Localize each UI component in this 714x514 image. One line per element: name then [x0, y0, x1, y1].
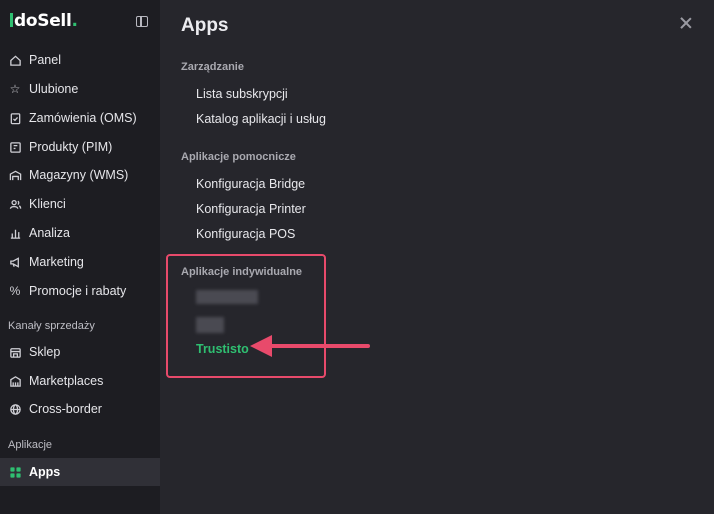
sidebar-item-label: Produkty (PIM) — [29, 140, 113, 154]
sidebar-item-label: Sklep — [29, 345, 61, 359]
sidebar-item-marketplaces[interactable]: Marketplaces — [0, 367, 160, 395]
users-icon — [8, 197, 22, 211]
link-konfiguracja-printer[interactable]: Konfiguracja Printer — [196, 202, 306, 216]
bar-chart-icon — [8, 226, 22, 240]
sidebar-item-label: Klienci — [29, 197, 66, 211]
sidebar-item-ulubione[interactable]: ☆ Ulubione — [0, 75, 160, 103]
link-trustisto[interactable]: Trustisto — [196, 342, 249, 356]
shop-icon — [8, 345, 22, 359]
sidebar-item-label: Ulubione — [29, 82, 79, 96]
close-icon[interactable] — [680, 17, 692, 29]
sidebar-collapse-icon[interactable] — [136, 16, 148, 27]
link-lista-subskrypcji[interactable]: Lista subskrypcji — [196, 87, 288, 101]
link-katalog-aplikacji[interactable]: Katalog aplikacji i usług — [196, 112, 326, 126]
link-konfiguracja-bridge[interactable]: Konfiguracja Bridge — [196, 177, 305, 191]
sidebar-item-label: Magazyny (WMS) — [29, 168, 129, 182]
sidebar-item-label: Marketplaces — [29, 374, 104, 388]
megaphone-icon — [8, 255, 22, 269]
sidebar-item-sklep[interactable]: Sklep — [0, 338, 160, 366]
sidebar: doSell. Panel ☆ Ulubione Zamówienia (OMS… — [0, 0, 160, 514]
sidebar-item-analiza[interactable]: Analiza — [0, 219, 160, 247]
apps-grid-icon — [8, 465, 22, 479]
redacted-app-name[interactable] — [196, 317, 224, 333]
globe-icon — [8, 402, 22, 416]
redacted-app-name[interactable] — [196, 290, 258, 304]
sidebar-item-promocje[interactable]: % Promocje i rabaty — [0, 277, 160, 305]
sidebar-item-panel[interactable]: Panel — [0, 46, 160, 74]
idosell-logo[interactable]: doSell. — [10, 11, 78, 31]
sidebar-item-apps[interactable]: Apps — [0, 458, 160, 486]
product-box-icon — [8, 140, 22, 154]
section-title-sales-channels: Kanały sprzedaży — [8, 320, 95, 332]
sidebar-item-zamowienia[interactable]: Zamówienia (OMS) — [0, 104, 160, 132]
sidebar-item-marketing[interactable]: Marketing — [0, 248, 160, 276]
link-konfiguracja-pos[interactable]: Konfiguracja POS — [196, 227, 295, 241]
clipboard-check-icon — [8, 111, 22, 125]
percent-icon: % — [9, 284, 21, 298]
home-icon — [8, 53, 22, 67]
marketplace-icon — [8, 374, 22, 388]
warehouse-icon — [8, 168, 22, 182]
sidebar-item-produkty[interactable]: Produkty (PIM) — [0, 133, 160, 161]
section-title-applications: Aplikacje — [8, 439, 53, 451]
sidebar-item-label: Apps — [29, 465, 61, 479]
sidebar-item-cross-border[interactable]: Cross-border — [0, 395, 160, 423]
star-icon: ☆ — [9, 82, 21, 96]
annotation-arrow-icon — [250, 335, 370, 357]
sidebar-item-label: Panel — [29, 53, 61, 67]
sidebar-item-label: Cross-border — [29, 402, 102, 416]
sidebar-item-klienci[interactable]: Klienci — [0, 190, 160, 218]
sidebar-item-label: Zamówienia (OMS) — [29, 111, 137, 125]
group-title-zarzadzanie: Zarządzanie — [181, 61, 244, 73]
sidebar-item-magazyny[interactable]: Magazyny (WMS) — [0, 161, 160, 189]
group-title-aplikacje-indywidualne: Aplikacje indywidualne — [181, 266, 303, 278]
sidebar-item-label: Marketing — [29, 255, 84, 269]
sidebar-item-label: Promocje i rabaty — [29, 284, 127, 298]
sidebar-item-label: Analiza — [29, 226, 70, 240]
group-title-aplikacje-pomocnicze: Aplikacje pomocnicze — [181, 151, 296, 163]
page-title: Apps — [181, 15, 229, 36]
